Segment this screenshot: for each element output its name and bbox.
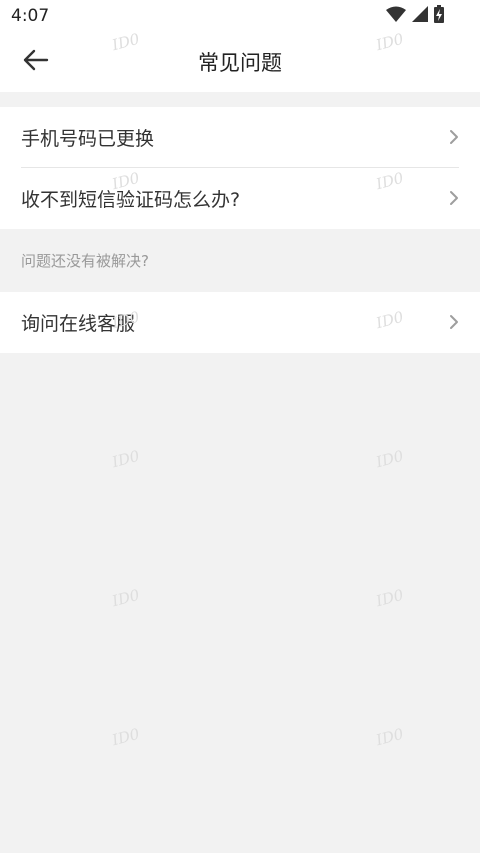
page-title: 常见问题 <box>198 51 282 75</box>
wifi-icon <box>386 6 406 26</box>
status-icons <box>386 5 444 27</box>
battery-charging-icon <box>434 5 444 27</box>
watermark: ID0 <box>374 724 406 750</box>
status-bar: 4:07 <box>0 0 480 32</box>
online-support-label: 询问在线客服 <box>21 313 136 335</box>
faq-item-phone-changed[interactable]: 手机号码已更换 <box>0 107 480 168</box>
watermark: ID0 <box>110 446 142 472</box>
app-bar: 常见问题 <box>0 32 480 92</box>
cellular-signal-icon <box>412 6 428 26</box>
watermark: ID0 <box>374 585 406 611</box>
watermark: ID0 <box>110 585 142 611</box>
faq-item-label: 手机号码已更换 <box>21 128 155 150</box>
faq-list: 手机号码已更换 收不到短信验证码怎么办? <box>0 107 480 229</box>
watermark: ID0 <box>110 724 142 750</box>
chevron-right-icon <box>449 314 459 330</box>
watermark: ID0 <box>374 446 406 472</box>
online-support-item[interactable]: 询问在线客服 <box>0 292 480 353</box>
faq-item-label: 收不到短信验证码怎么办? <box>21 189 241 211</box>
faq-item-no-sms-code[interactable]: 收不到短信验证码怎么办? <box>0 168 480 229</box>
section-hint: 问题还没有被解决? <box>21 252 149 270</box>
chevron-right-icon <box>449 129 459 145</box>
help-list: 询问在线客服 <box>0 292 480 353</box>
status-time: 4:07 <box>11 6 50 26</box>
chevron-right-icon <box>449 190 459 206</box>
